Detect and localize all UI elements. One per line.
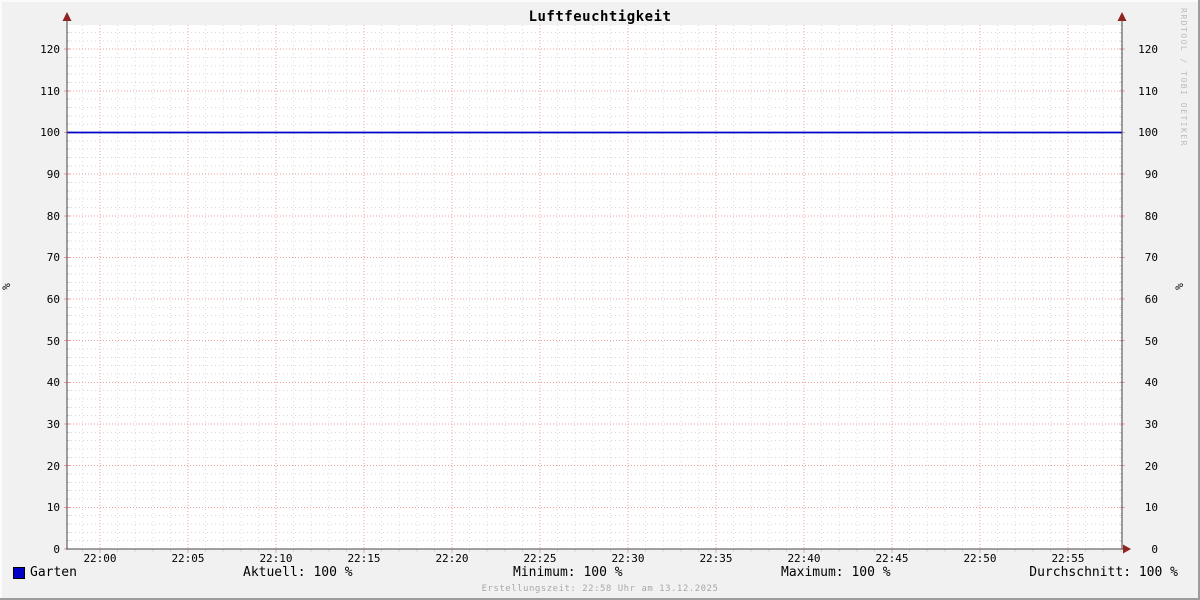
stat-aktuell: Aktuell: 100 % xyxy=(243,565,353,580)
stat-minimum: Minimum: 100 % xyxy=(513,565,623,580)
x-tick-label: 22:15 xyxy=(347,552,381,565)
border-top xyxy=(0,0,1200,2)
rrdtool-graph: Luftfeuchtigkeit RRDTOOL / TOBI OETIKER … xyxy=(0,0,1200,600)
creation-time: Erstellungszeit: 22:58 Uhr am 13.12.2025 xyxy=(481,584,719,594)
x-tick-label: 22:05 xyxy=(171,552,205,565)
x-tick-label: 22:50 xyxy=(963,552,997,565)
x-tick-label: 22:00 xyxy=(83,552,117,565)
x-tick-label: 22:40 xyxy=(787,552,821,565)
x-tick-label: 22:25 xyxy=(523,552,557,565)
stat-maximum: Maximum: 100 % xyxy=(781,565,891,580)
x-tick-labels: 22:00 22:05 22:10 22:15 22:20 22:25 22:30 22:35… xyxy=(0,0,1200,600)
x-tick-label: 22:30 xyxy=(611,552,645,565)
x-tick-label: 22:45 xyxy=(875,552,909,565)
border-left xyxy=(0,0,2,600)
legend-swatch xyxy=(13,567,25,579)
x-tick-label: 22:35 xyxy=(699,552,733,565)
x-tick-label: 22:20 xyxy=(435,552,469,565)
x-tick-label: 22:55 xyxy=(1051,552,1085,565)
legend-label: Garten xyxy=(30,565,77,580)
legend-row: Garten Aktuell: 100 % Minimum: 100 % Max… xyxy=(0,566,1200,582)
x-tick-label: 22:10 xyxy=(259,552,293,565)
stat-durchschnitt: Durchschnitt: 100 % xyxy=(1029,565,1178,580)
